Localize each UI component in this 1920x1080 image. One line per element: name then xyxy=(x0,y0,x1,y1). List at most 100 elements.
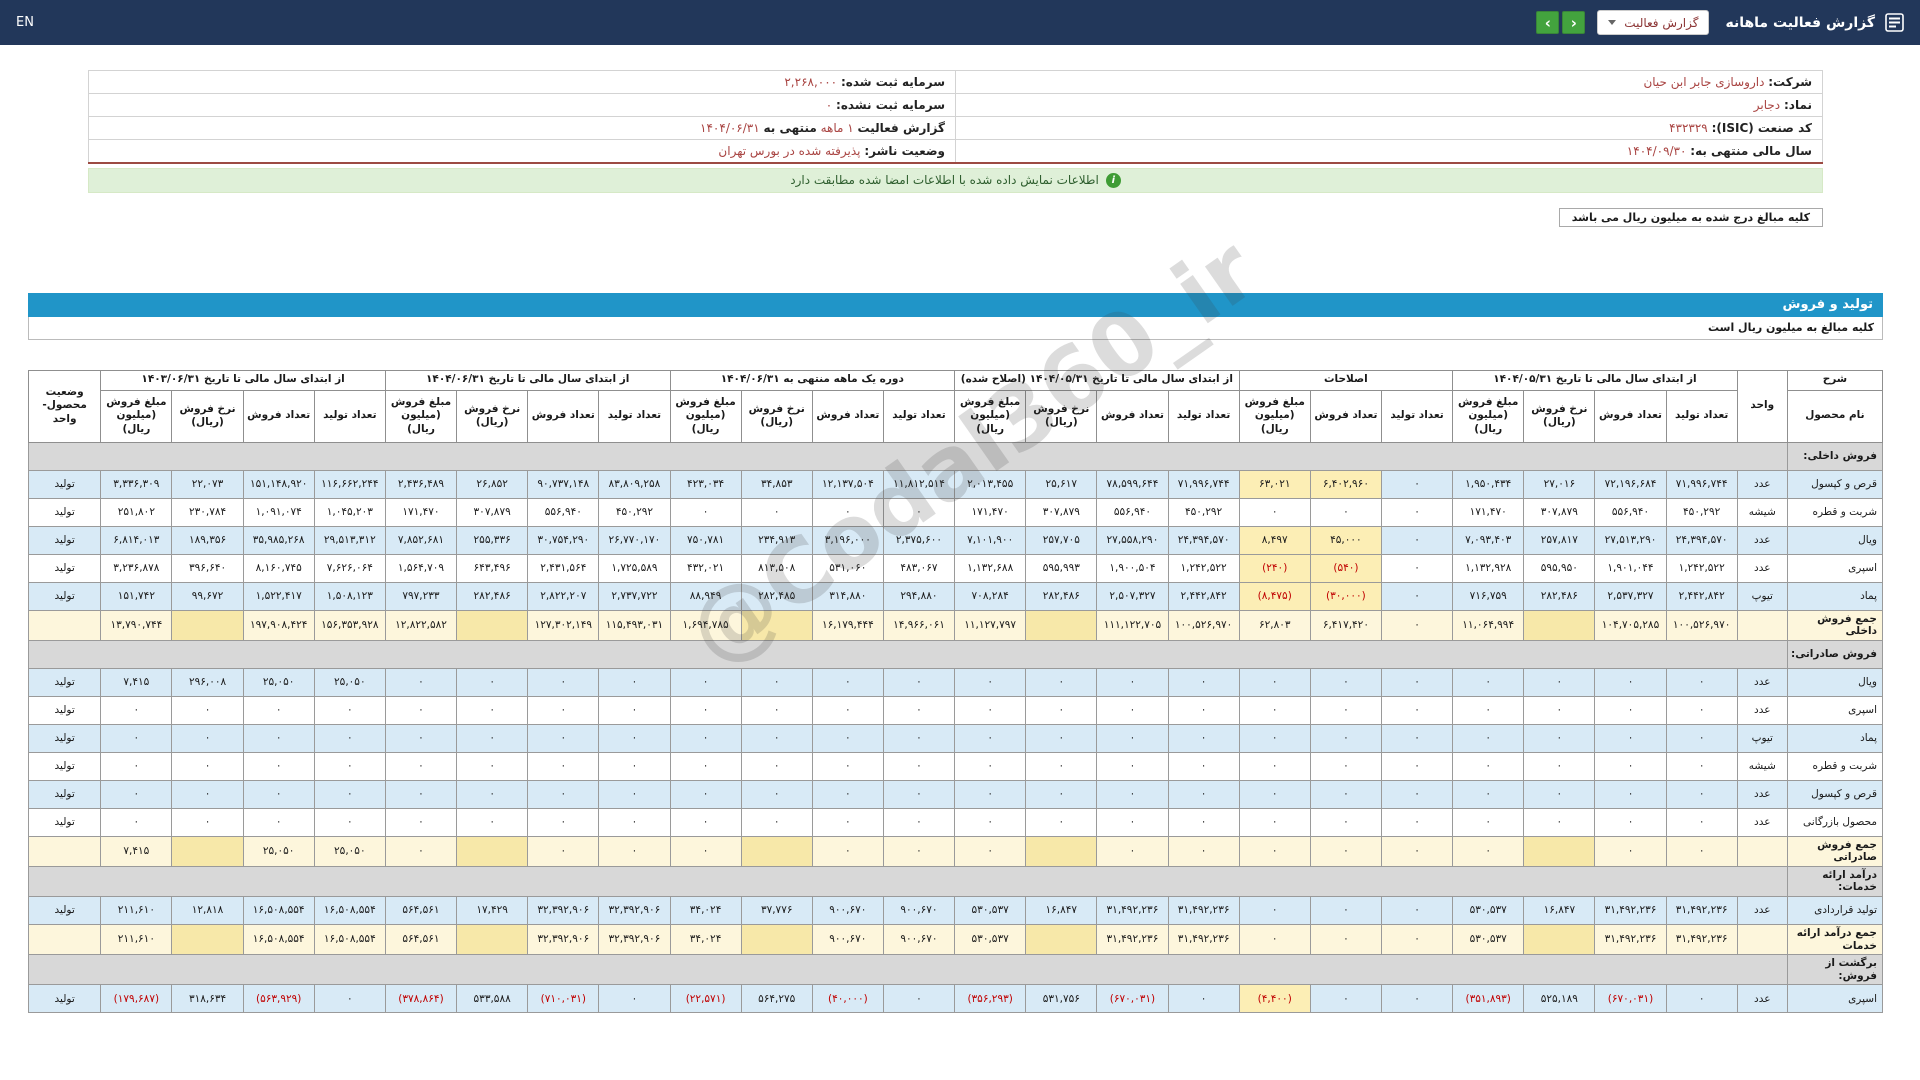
value-cell: (۲۴۰) xyxy=(1239,554,1310,582)
next-report-button[interactable]: › xyxy=(1562,11,1585,34)
unit-column-header: واحد xyxy=(1737,370,1787,442)
value-cell: ۰ xyxy=(1595,780,1666,808)
value-cell: ۷,۱۰۱,۹۰۰ xyxy=(955,526,1026,554)
value-cell: ۰ xyxy=(1097,780,1168,808)
value-cell: ۲۸۲,۴۸۵ xyxy=(741,582,812,610)
value-cell: ۰ xyxy=(955,668,1026,696)
value-cell: ۰ xyxy=(172,724,243,752)
section-title-cell: درآمد ارائه خدمات: xyxy=(1787,866,1882,896)
product-status-cell: تولید xyxy=(29,808,101,836)
value-cell: ۵۳۱,۰۶۰ xyxy=(812,554,883,582)
value-cell: ۰ xyxy=(1381,724,1452,752)
previous-report-button[interactable]: ‹ xyxy=(1536,11,1559,34)
value-cell: ۰ xyxy=(812,696,883,724)
value-cell: ۴۵۰,۲۹۲ xyxy=(599,498,670,526)
signed-data-notice-text: اطلاعات نمایش داده شده با اطلاعات امضا ش… xyxy=(790,173,1099,187)
value-cell: (۳۰,۰۰۰) xyxy=(1310,582,1381,610)
product-name-cell: ویال xyxy=(1787,526,1882,554)
value-cell: ۹۰۰,۶۷۰ xyxy=(883,897,954,925)
value-cell: ۰ xyxy=(101,696,172,724)
product-status-cell: تولید xyxy=(29,696,101,724)
value-cell: ۰ xyxy=(1381,610,1452,640)
value-cell: ۰ xyxy=(670,696,741,724)
value-cell: ۰ xyxy=(385,752,456,780)
product-row: اسپریعدد۰(۶۷۰,۰۳۱)۵۲۵,۱۸۹(۳۵۱,۸۹۳)۰۰(۴,۴… xyxy=(29,985,1883,1013)
value-cell: ۱,۵۰۸,۱۲۳ xyxy=(314,582,385,610)
value-cell: ۱۱۱,۱۲۲,۷۰۵ xyxy=(1097,610,1168,640)
value-cell: ۰ xyxy=(243,696,314,724)
value-cell: ۰ xyxy=(172,696,243,724)
value-cell: ۰ xyxy=(1381,498,1452,526)
value-cell: ۰ xyxy=(670,808,741,836)
info-row: شرکت: داروسازی جابر ابن حیان سرمایه ثبت … xyxy=(89,71,1823,94)
value-cell: (۱۷۹,۶۸۷) xyxy=(101,985,172,1013)
value-cell: (۸,۴۷۵) xyxy=(1239,582,1310,610)
value-cell: ۱۷۱,۴۷۰ xyxy=(955,498,1026,526)
metric-column-header: مبلغ فروش (میلیون ریال) xyxy=(670,390,741,442)
value-cell: ۲۵,۰۵۰ xyxy=(314,836,385,866)
value-cell: ۷۱,۹۹۶,۷۴۴ xyxy=(1168,470,1239,498)
value-cell: ۰ xyxy=(599,696,670,724)
value-cell: ۱۱,۰۶۴,۹۹۴ xyxy=(1453,610,1524,640)
value-cell: ۳۱,۴۹۲,۲۳۶ xyxy=(1097,925,1168,955)
value-cell: ۰ xyxy=(1666,985,1737,1013)
metric-column-header: تعداد تولید xyxy=(1666,390,1737,442)
value-cell: ۰ xyxy=(955,752,1026,780)
company-cell: شرکت: داروسازی جابر ابن حیان xyxy=(956,71,1823,94)
report-type-dropdown[interactable]: گزارش فعالیت xyxy=(1597,10,1709,35)
value-cell: ۳۱۴,۸۸۰ xyxy=(812,582,883,610)
language-toggle-en[interactable]: EN xyxy=(16,15,34,30)
value-cell: ۳۲,۳۹۲,۹۰۶ xyxy=(528,925,599,955)
value-cell: ۰ xyxy=(812,836,883,866)
value-cell: ۱۷,۴۲۹ xyxy=(457,897,528,925)
value-cell: ۰ xyxy=(1168,808,1239,836)
value-cell: ۵۹۵,۹۵۰ xyxy=(1524,554,1595,582)
value-cell: ۰ xyxy=(1524,780,1595,808)
signed-data-notice: i اطلاعات نمایش داده شده با اطلاعات امضا… xyxy=(88,168,1823,193)
value-cell: ۱,۱۳۲,۶۸۸ xyxy=(955,554,1026,582)
value-cell: ۷۰۸,۲۸۴ xyxy=(955,582,1026,610)
value-cell: ۱۰۰,۵۲۶,۹۷۰ xyxy=(1666,610,1737,640)
product-name-cell: اسپری xyxy=(1787,696,1882,724)
value-cell xyxy=(1026,925,1097,955)
value-cell: ۰ xyxy=(243,808,314,836)
value-cell: ۵۶۴,۵۶۱ xyxy=(385,897,456,925)
product-name-cell: جمع فروش داخلی xyxy=(1787,610,1882,640)
value-cell: ۴۵,۰۰۰ xyxy=(1310,526,1381,554)
value-cell: ۱,۵۶۴,۷۰۹ xyxy=(385,554,456,582)
value-cell: ۶,۴۰۲,۹۶۰ xyxy=(1310,470,1381,498)
value-cell: ۰ xyxy=(1666,780,1737,808)
report-page: شرکت: داروسازی جابر ابن حیان سرمایه ثبت … xyxy=(28,70,1883,1013)
value-cell: (۴۰,۰۰۰) xyxy=(812,985,883,1013)
value-cell: ۰ xyxy=(670,836,741,866)
value-cell: ۰ xyxy=(1381,925,1452,955)
value-cell: ۰ xyxy=(1310,985,1381,1013)
value-cell: ۱۱۶,۶۶۲,۲۴۴ xyxy=(314,470,385,498)
value-cell: ۰ xyxy=(457,668,528,696)
value-cell: ۰ xyxy=(1239,808,1310,836)
value-cell: ۰ xyxy=(1239,724,1310,752)
unit-cell: عدد xyxy=(1737,526,1787,554)
product-status-cell: تولید xyxy=(29,897,101,925)
page-title: گزارش فعالیت ماهانه xyxy=(1725,15,1875,31)
value-cell: ۰ xyxy=(1097,668,1168,696)
section-filler-cell xyxy=(29,866,1788,896)
value-cell: ۱,۵۲۲,۴۱۷ xyxy=(243,582,314,610)
value-cell: ۰ xyxy=(1381,668,1452,696)
product-status-cell xyxy=(29,925,101,955)
product-name-cell: پماد xyxy=(1787,724,1882,752)
product-row: قرص و کپسولعدد۷۱,۹۹۶,۷۴۴۷۲,۱۹۶,۶۸۴۲۷,۰۱۶… xyxy=(29,470,1883,498)
product-status-cell: تولید xyxy=(29,780,101,808)
desc-column-header: شرح xyxy=(1787,370,1882,390)
value-cell: ۰ xyxy=(1168,836,1239,866)
value-cell: ۲۸۲,۴۸۶ xyxy=(1524,582,1595,610)
value-cell: ۵۲۵,۱۸۹ xyxy=(1524,985,1595,1013)
value-cell xyxy=(457,925,528,955)
value-cell: ۰ xyxy=(1453,696,1524,724)
value-cell: ۰ xyxy=(1524,696,1595,724)
value-cell: ۰ xyxy=(599,780,670,808)
value-cell: ۱,۶۹۴,۷۸۵ xyxy=(670,610,741,640)
product-status-cell: تولید xyxy=(29,985,101,1013)
value-cell: ۲,۰۱۳,۴۵۵ xyxy=(955,470,1026,498)
value-cell: ۰ xyxy=(1595,808,1666,836)
